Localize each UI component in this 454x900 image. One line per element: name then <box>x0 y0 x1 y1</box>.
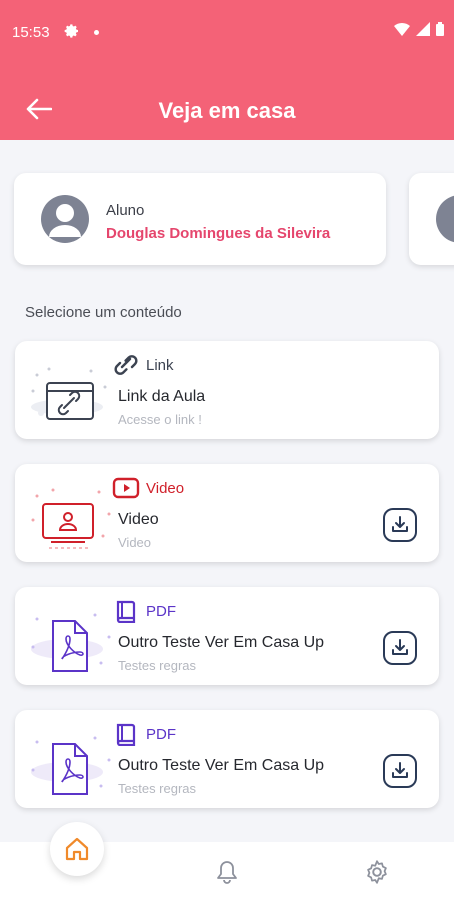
link-icon <box>114 355 138 375</box>
student-card[interactable]: Aluno Douglas Domingues da Silevira <box>14 173 386 265</box>
download-icon <box>392 762 408 778</box>
book-icon <box>116 723 136 746</box>
app-bar: Veja em casa <box>0 62 454 140</box>
nav-home-button[interactable] <box>50 822 104 876</box>
student-role: Aluno <box>106 202 145 219</box>
signal-icon <box>416 22 430 36</box>
content-title: Video <box>118 511 159 528</box>
notification-dot <box>94 30 99 35</box>
content-card-video[interactable]: Video Video Video <box>15 464 439 562</box>
book-icon <box>116 600 136 623</box>
content-card-pdf[interactable]: PDF Outro Teste Ver Em Casa Up Testes re… <box>15 710 439 808</box>
student-name: Douglas Domingues da Silevira <box>106 225 331 242</box>
link-illustration-icon <box>31 367 107 420</box>
user-icon <box>49 204 81 237</box>
avatar <box>436 195 454 243</box>
content-subtitle: Acesse o link ! <box>118 412 202 427</box>
content-type-label: Link <box>146 356 174 374</box>
content-title: Outro Teste Ver Em Casa Up <box>118 757 325 774</box>
settings-status-icon <box>64 24 78 38</box>
youtube-icon <box>112 477 140 499</box>
content-card-link[interactable]: Link Link da Aula Acesse o link ! <box>15 341 439 439</box>
pdf-illustration-icon <box>31 613 111 672</box>
content-type: PDF <box>112 722 176 746</box>
avatar <box>41 195 89 243</box>
home-icon <box>65 837 89 861</box>
video-illustration-icon <box>31 488 111 549</box>
content-subtitle: Testes regras <box>118 658 197 673</box>
battery-icon <box>436 22 444 36</box>
status-time: 15:53 <box>12 24 50 41</box>
content-type-label: PDF <box>146 602 176 620</box>
status-bar: 15:53 <box>0 0 454 62</box>
content-type: Video <box>112 476 184 500</box>
content-title: Link da Aula <box>118 388 206 405</box>
content-type-label: Video <box>146 479 185 497</box>
content-card-pdf[interactable]: PDF Outro Teste Ver Em Casa Up Testes re… <box>15 587 439 685</box>
download-icon <box>392 516 408 532</box>
wifi-icon <box>394 22 410 36</box>
content-subtitle: Testes regras <box>118 781 197 796</box>
pdf-illustration-icon <box>31 736 111 795</box>
download-button[interactable] <box>383 754 417 788</box>
bell-icon[interactable] <box>216 860 238 884</box>
status-icons <box>394 22 444 36</box>
content-title: Outro Teste Ver Em Casa Up <box>118 634 325 651</box>
download-button[interactable] <box>383 631 417 665</box>
section-title: Selecione um conteúdo <box>25 304 182 321</box>
content-type-label: PDF <box>146 725 176 743</box>
page-title: Veja em casa <box>158 98 296 123</box>
download-icon <box>392 639 408 655</box>
student-card-next[interactable] <box>409 173 454 265</box>
content-type: PDF <box>112 599 176 623</box>
settings-icon[interactable] <box>364 859 390 885</box>
content-type: Link <box>112 353 174 377</box>
content-subtitle: Video <box>118 535 152 550</box>
download-button[interactable] <box>383 508 417 542</box>
